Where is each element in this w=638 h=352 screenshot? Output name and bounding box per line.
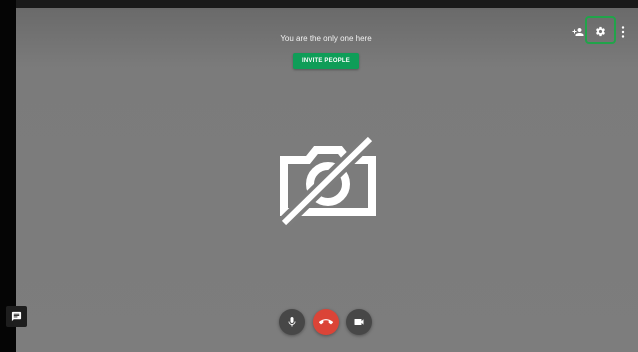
end-call-button[interactable] — [313, 309, 339, 335]
chat-button[interactable] — [6, 306, 27, 327]
more-vert-icon[interactable] — [621, 26, 625, 38]
videocam-icon — [354, 319, 364, 325]
mic-button[interactable] — [279, 309, 305, 335]
chat-icon — [11, 311, 22, 322]
gear-icon[interactable] — [595, 26, 606, 37]
invite-people-button[interactable]: INVITE PEOPLE — [293, 53, 359, 69]
mic-icon — [288, 317, 296, 327]
camera-off-icon — [279, 133, 376, 229]
left-panel-edge — [0, 0, 16, 352]
call-end-icon — [319, 319, 333, 325]
add-person-icon[interactable] — [572, 26, 584, 38]
window-top-edge — [0, 0, 638, 8]
camera-button[interactable] — [346, 309, 372, 335]
status-message: You are the only one here — [280, 34, 372, 43]
